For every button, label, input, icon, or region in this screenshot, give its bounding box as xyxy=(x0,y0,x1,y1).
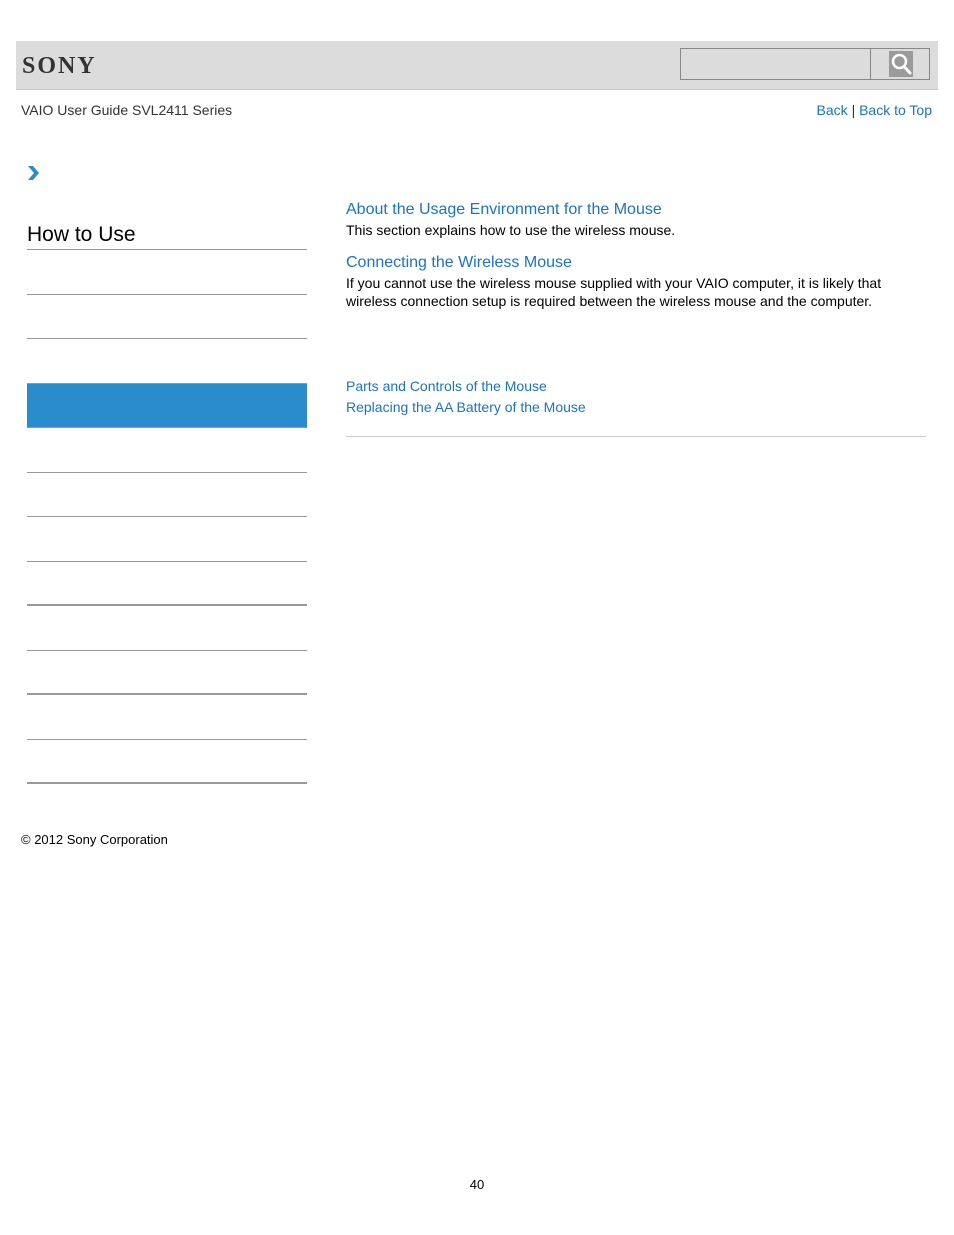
back-link[interactable]: Back xyxy=(817,102,848,118)
sidebar-item[interactable] xyxy=(27,695,307,740)
related-links: Parts and Controls of the Mouse Replacin… xyxy=(346,376,586,418)
guide-title: VAIO User Guide SVL2411 Series xyxy=(21,102,233,118)
sidebar-item[interactable] xyxy=(27,295,307,339)
sidebar-item[interactable] xyxy=(27,562,307,606)
sidebar-item[interactable] xyxy=(27,250,307,295)
topic-link-usage-environment[interactable]: About the Usage Environment for the Mous… xyxy=(346,200,926,219)
search-icon xyxy=(889,51,913,77)
main-content: About the Usage Environment for the Mous… xyxy=(346,200,926,324)
copyright: © 2012 Sony Corporation xyxy=(21,832,168,847)
content-divider xyxy=(346,436,926,437)
back-to-top-link[interactable]: Back to Top xyxy=(859,102,932,118)
sidebar-item-active[interactable] xyxy=(27,383,307,428)
sidebar-item[interactable] xyxy=(27,339,307,384)
search-box xyxy=(680,48,930,80)
related-link-replacing-battery[interactable]: Replacing the AA Battery of the Mouse xyxy=(346,397,586,418)
topic-description: If you cannot use the wireless mouse sup… xyxy=(346,275,882,309)
sidebar-item[interactable] xyxy=(27,740,307,784)
topic-link-connecting-mouse[interactable]: Connecting the Wireless Mouse xyxy=(346,253,926,272)
sidebar-item[interactable] xyxy=(27,428,307,473)
sidebar-item[interactable] xyxy=(27,606,307,651)
chevron-right-icon[interactable] xyxy=(26,165,40,181)
header-bar: SONY xyxy=(16,41,938,90)
sidebar-item[interactable] xyxy=(27,473,307,517)
sony-logo: SONY xyxy=(22,53,97,79)
sidebar-title: How to Use xyxy=(27,222,307,250)
sidebar-item[interactable] xyxy=(27,517,307,562)
sidebar: How to Use xyxy=(27,222,307,784)
related-link-parts-controls[interactable]: Parts and Controls of the Mouse xyxy=(346,376,586,397)
search-input[interactable] xyxy=(681,49,871,79)
page-number: 40 xyxy=(469,1177,485,1192)
topic-description: This section explains how to use the wir… xyxy=(346,222,676,238)
top-navigation: Back | Back to Top xyxy=(817,102,932,118)
search-button[interactable] xyxy=(871,49,929,79)
nav-separator: | xyxy=(851,102,856,118)
sidebar-item[interactable] xyxy=(27,651,307,695)
